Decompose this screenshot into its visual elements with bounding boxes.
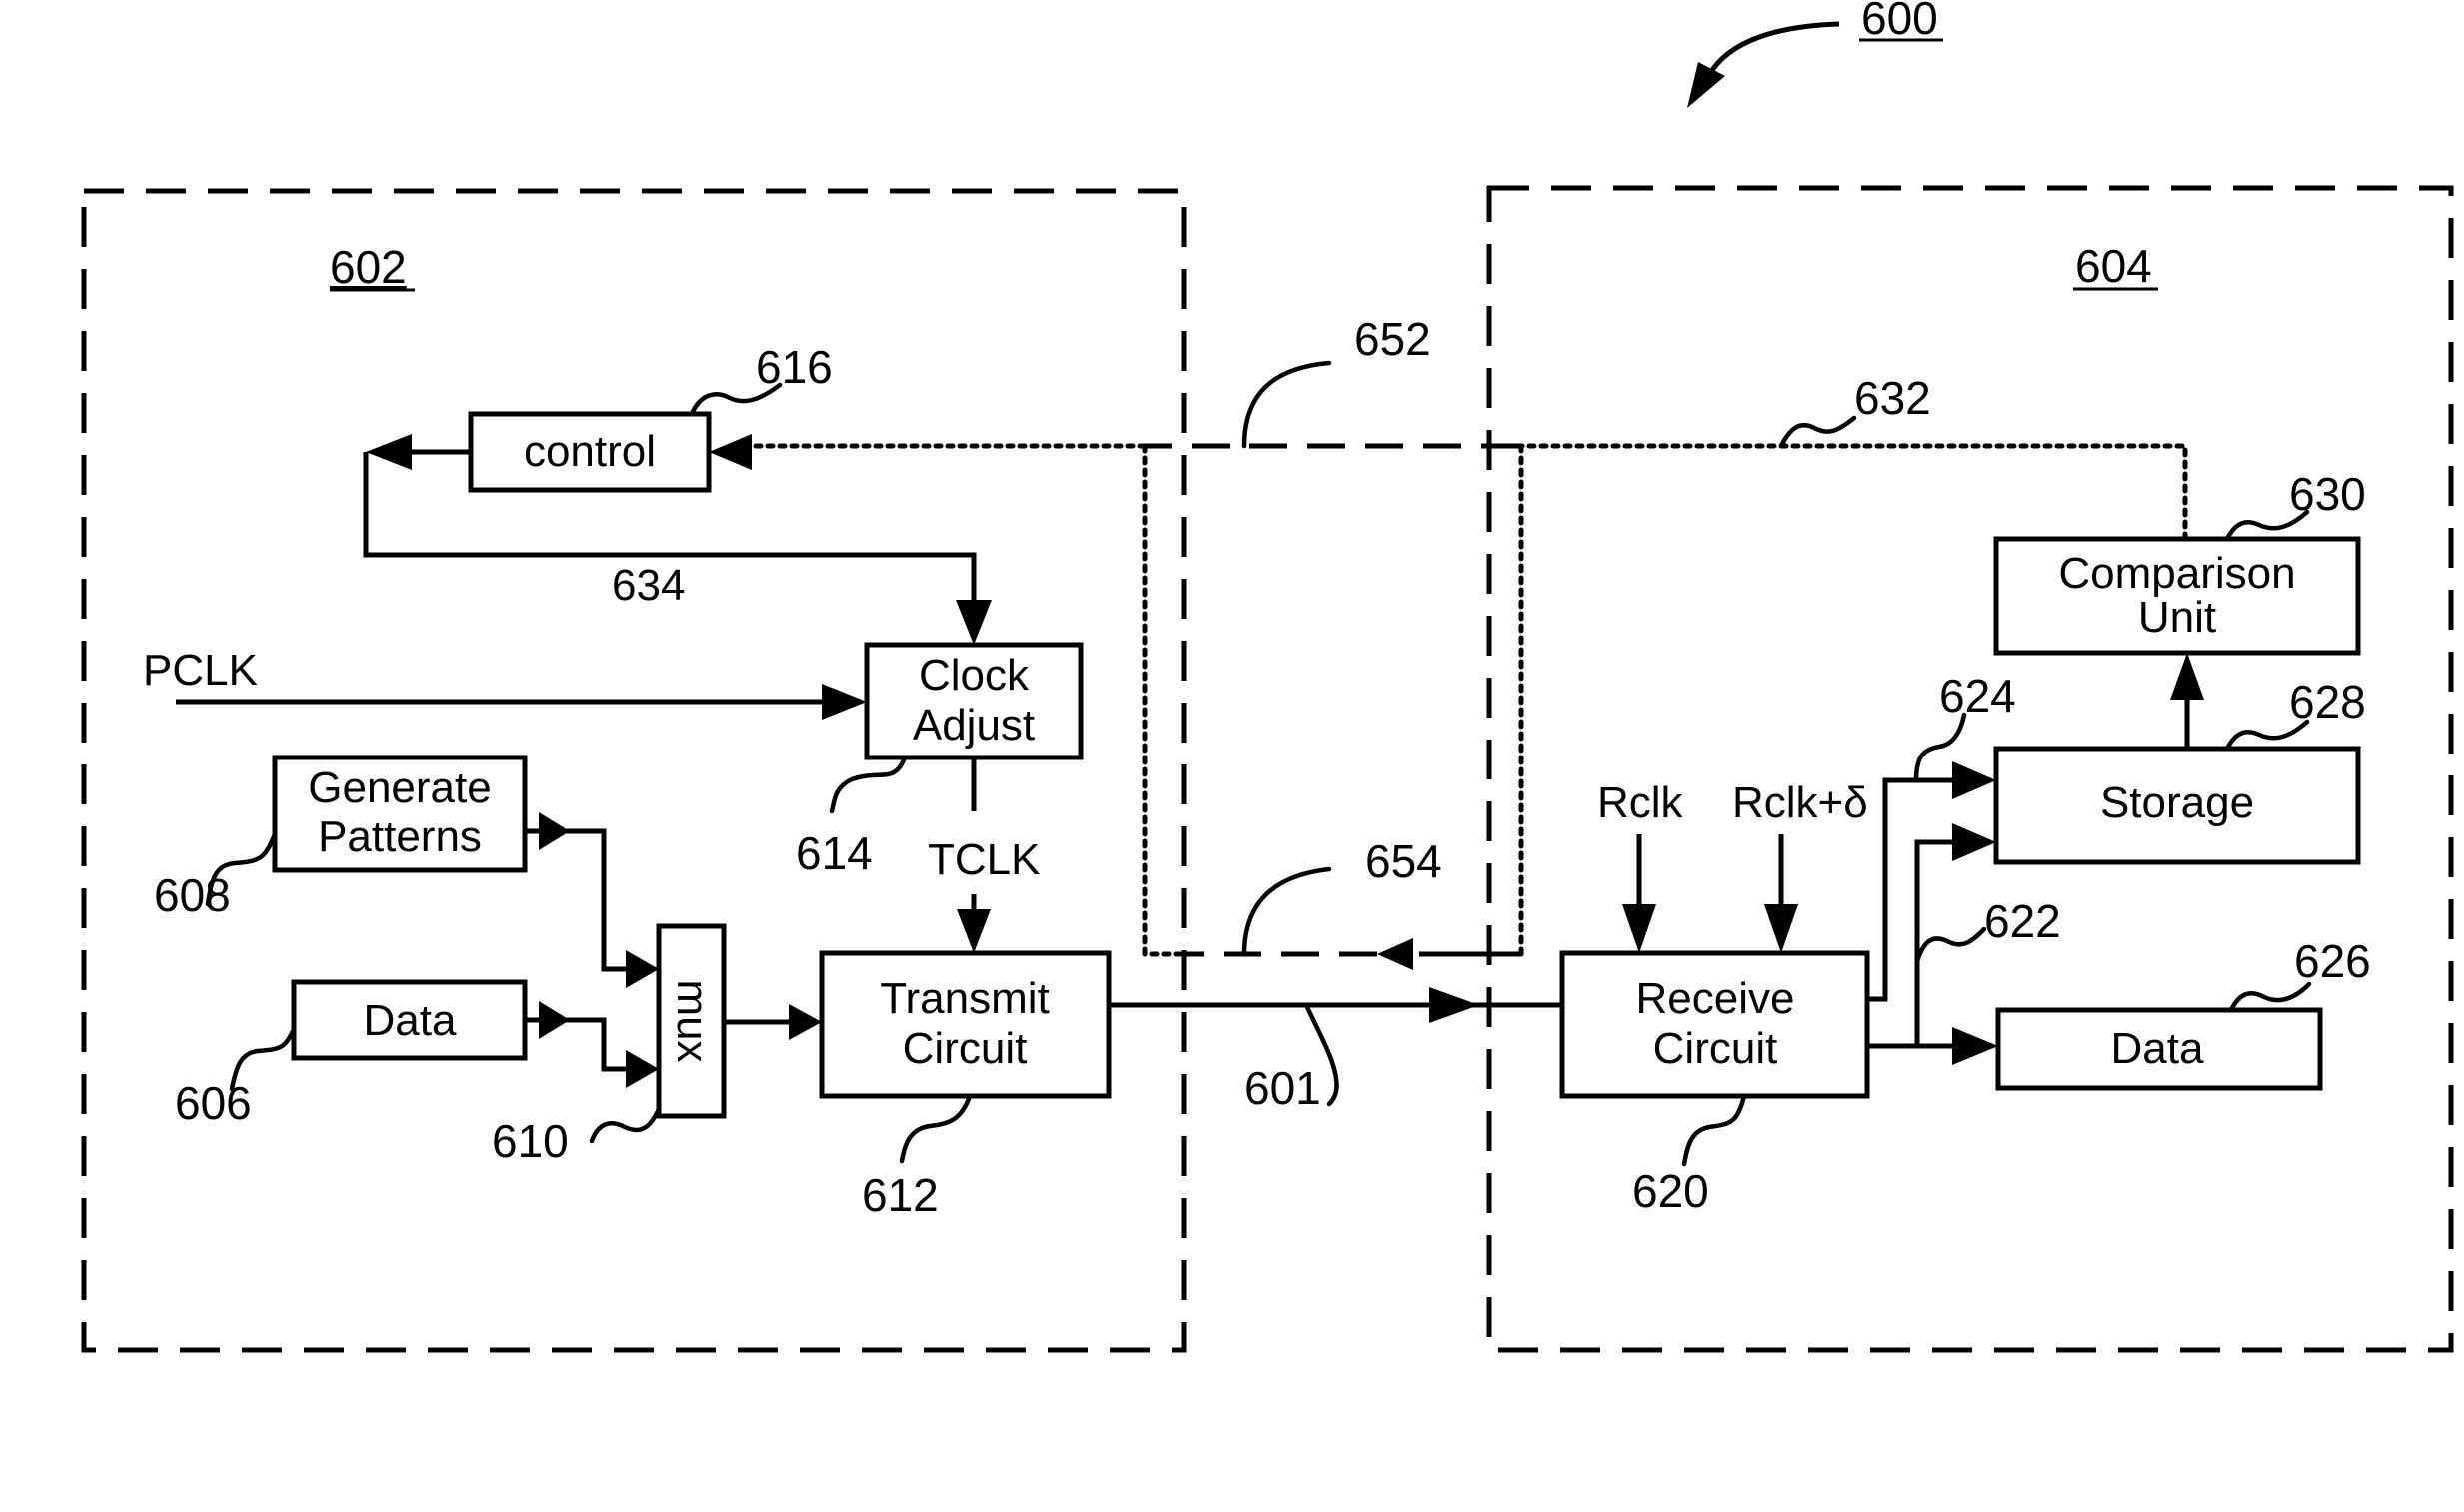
storage-input2-arrowhead-icon [1952,823,1996,861]
pclk-label: PCLK [143,646,258,695]
module-602-label: 602 [330,241,407,293]
comparison-unit-label-line2: Unit [2138,593,2216,642]
rclk-delta-arrowhead-icon [1764,904,1798,953]
path-632-dotted-right [1516,443,2188,542]
comparison-unit-ref: 630 [2289,468,2366,520]
circuit-diagram: 600 602 604 control 616 634 PCLK Clock A… [81,0,2454,1353]
region-654-label: 654 [1365,835,1442,887]
mux-input1-arrowhead-icon [626,950,659,988]
transmit-circuit-label-line1: Transmit [880,974,1050,1023]
clock-adjust-ref-leader [829,755,908,814]
control-ref: 616 [756,341,833,393]
region-652-label: 652 [1354,313,1431,365]
control-output-arrowhead-icon [366,434,412,470]
region-654-dotted-left [1142,443,1183,957]
path-632-label: 632 [1854,372,1931,424]
module-602-boundary [81,188,1187,1353]
storage-label: Storage [2100,778,2254,827]
clock-adjust-label-line1: Clock [919,651,1030,700]
mux-ref-leader [589,1106,662,1144]
tclk-arrowhead-icon [957,909,991,953]
receive-circuit-label-line1: Receive [1636,974,1795,1023]
storage-input1-arrowhead-icon [1952,761,1996,799]
path-632-leader [1778,415,1857,449]
region-652-leader [1241,360,1332,449]
generate-patterns-label-line1: Generate [308,763,491,812]
transmit-input-arrowhead-icon [789,1004,822,1040]
clock-adjust-ref: 614 [796,827,873,879]
data-sink-input-arrowhead-icon [1952,1027,1998,1065]
path-624-label: 624 [1939,670,2016,722]
data-source-label: Data [364,996,457,1045]
receive-circuit-label-line2: Circuit [1653,1024,1778,1073]
figure-number: 600 [1861,0,1938,44]
feedback-634-arrowhead-icon [956,600,992,645]
transmit-circuit-label-line2: Circuit [903,1024,1028,1073]
control-input-arrowhead-icon [709,434,752,470]
data-sink-ref: 626 [2294,935,2371,987]
rclk-label: Rclk [1597,778,1684,827]
mux-input2-arrowhead-icon [626,1050,659,1088]
rclk-arrowhead-icon [1622,904,1656,953]
module-604-label: 604 [2075,240,2152,292]
receive-circuit-ref: 620 [1632,1165,1709,1217]
data-source-ref: 606 [175,1077,252,1129]
figure-pointer-arrowhead-icon [1687,62,1725,108]
link-601-label: 601 [1244,1062,1321,1114]
clock-adjust-label-line2: Adjust [913,701,1035,750]
comparison-unit-label-line1: Comparison [2058,549,2295,598]
region-654-leader [1241,866,1332,957]
path-622-label: 622 [1984,895,2061,947]
data-sink-label: Data [2111,1024,2204,1073]
transmit-circuit-ref: 612 [862,1169,939,1221]
comparison-input-arrowhead-icon [2170,653,2204,700]
control-label: control [524,427,656,476]
storage-ref: 628 [2289,676,2366,728]
rclk-delta-label: Rclk+δ [1732,778,1868,827]
path-622-leader [1914,926,1987,964]
mux-ref: 610 [492,1115,569,1167]
region-654-arrowhead-icon [1377,938,1413,970]
tclk-label: TCLK [928,835,1040,884]
receive-circuit-ref-leader [1681,1093,1747,1167]
generate-patterns-label-line2: Patterns [318,812,482,861]
mux-label: mux [668,979,717,1062]
figure-pointer-curve [1706,21,1840,77]
feedback-634-label: 634 [612,561,685,610]
figure-ref-600: 600 [1687,0,1943,108]
pclk-arrowhead-icon [822,684,867,720]
gen-patterns-to-mux-wire [525,828,640,972]
data-sink-ref-leader [2228,981,2312,1013]
transmit-circuit-ref-leader [899,1093,973,1164]
generate-patterns-ref: 608 [154,869,231,921]
